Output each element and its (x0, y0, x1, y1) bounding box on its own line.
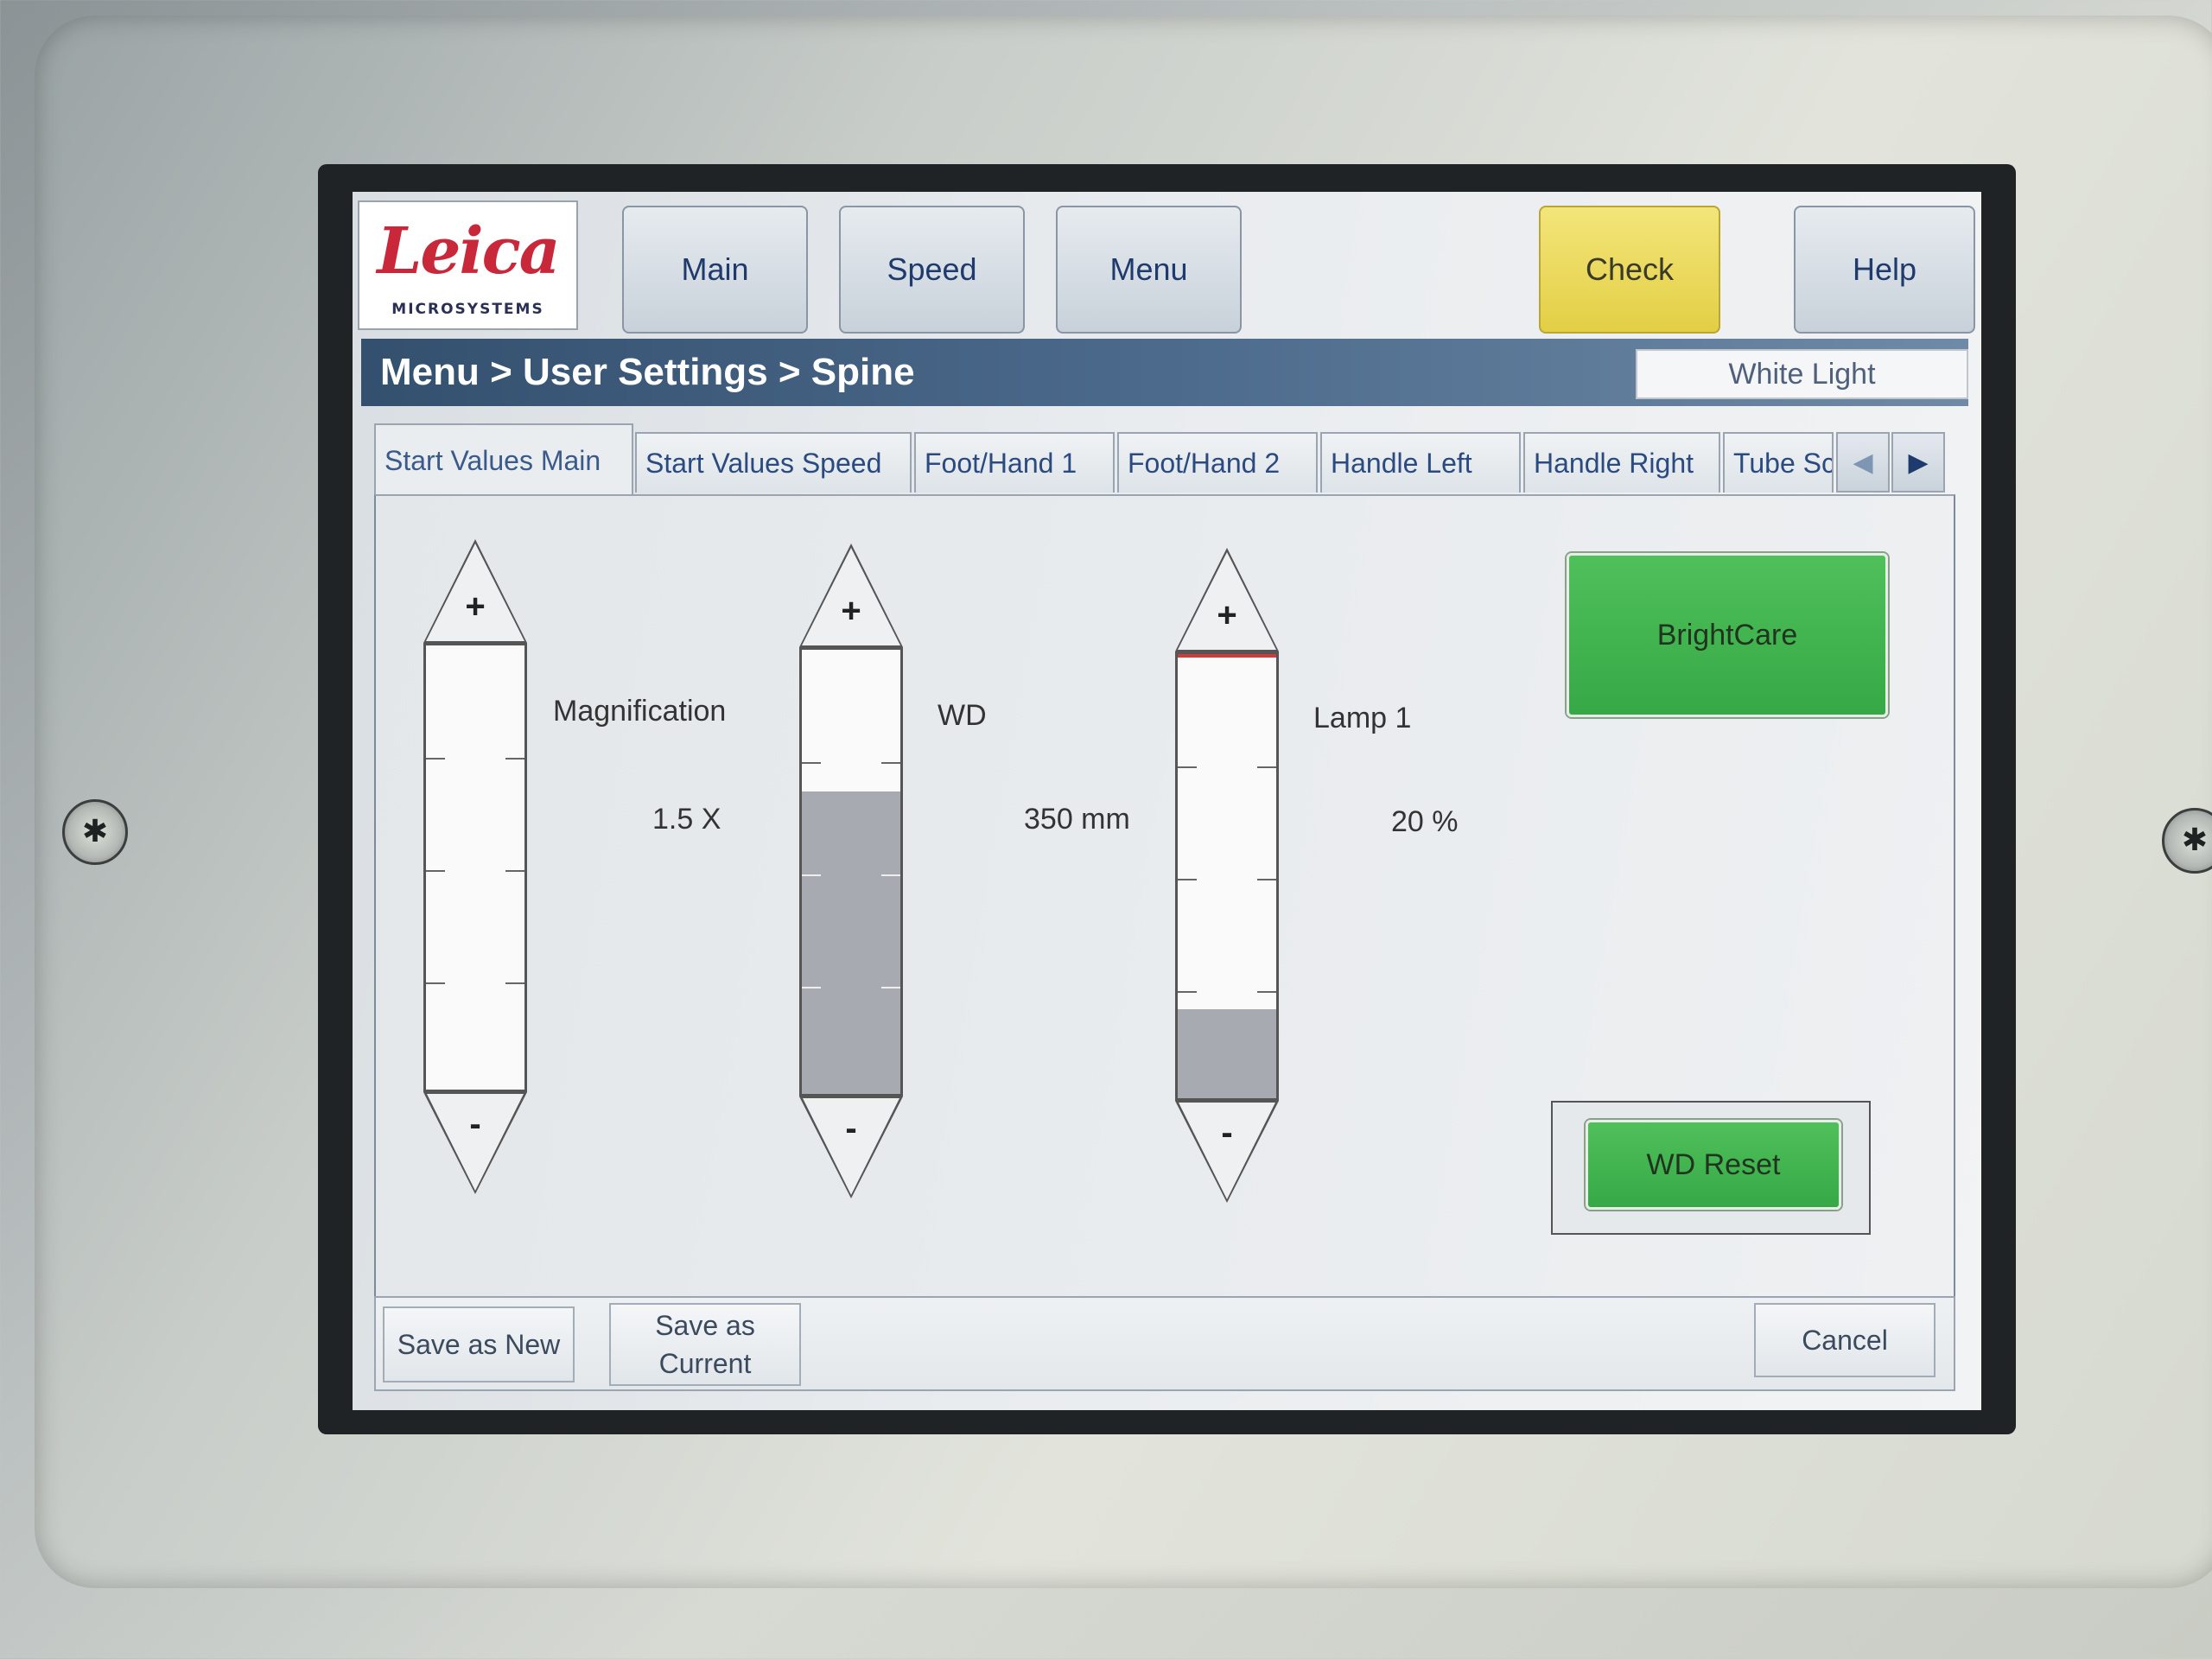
triangle-left-icon: ◀ (1853, 448, 1873, 477)
save-as-current-button[interactable]: Save as Current (609, 1303, 801, 1386)
brightcare-button[interactable]: BrightCare (1567, 553, 1888, 717)
wd-value: 350 mm (1024, 803, 1130, 836)
minus-icon: - (1221, 1114, 1233, 1152)
tab-tube-sc[interactable]: Tube Sc (1723, 432, 1834, 493)
minus-icon: - (469, 1105, 481, 1143)
magnification-track[interactable] (423, 643, 527, 1092)
breadcrumb-bar: Menu > User Settings > Spine White Light (361, 339, 1968, 406)
logo-subtitle: MICROSYSTEMS (391, 301, 544, 318)
check-button[interactable]: Check (1539, 206, 1720, 334)
help-button[interactable]: Help (1794, 206, 1975, 334)
tab-foot-hand-1[interactable]: Foot/Hand 1 (914, 432, 1115, 493)
plus-icon: + (1217, 596, 1237, 634)
start-values-panel: + - Magnification 1.5 X + - WD 350 mm + … (374, 494, 1955, 1298)
logo-word: Leica (377, 214, 560, 289)
tab-scroll-left-button[interactable]: ◀ (1836, 432, 1890, 493)
magnification-value: 1.5 X (652, 803, 721, 836)
plus-icon: + (841, 592, 861, 630)
lamp1-label: Lamp 1 (1313, 702, 1412, 734)
wd-label: WD (938, 699, 987, 732)
cancel-button[interactable]: Cancel (1754, 1303, 1936, 1377)
footer-bar: Save as New Save as Current Cancel (374, 1296, 1955, 1391)
tab-handle-right[interactable]: Handle Right (1523, 432, 1720, 493)
lamp1-value: 20 % (1391, 805, 1459, 838)
save-as-current-line1: Save as (655, 1310, 755, 1341)
tab-start-values-main[interactable]: Start Values Main (374, 423, 633, 496)
lamp1-max-marker (1178, 654, 1276, 658)
magnification-slider[interactable]: + - (415, 539, 536, 1196)
menu-button[interactable]: Menu (1056, 206, 1242, 334)
tab-foot-hand-2[interactable]: Foot/Hand 2 (1117, 432, 1318, 493)
speed-button[interactable]: Speed (839, 206, 1025, 334)
tab-handle-left[interactable]: Handle Left (1320, 432, 1521, 493)
tab-start-values-speed[interactable]: Start Values Speed (635, 432, 912, 493)
save-as-current-line2: Current (658, 1348, 752, 1379)
tab-scroll-right-button[interactable]: ▶ (1891, 432, 1945, 493)
leica-logo: Leica MICROSYSTEMS (358, 200, 578, 330)
lamp1-track[interactable] (1175, 652, 1279, 1101)
wd-track[interactable] (799, 647, 903, 1096)
breadcrumb: Menu > User Settings > Spine (380, 351, 915, 393)
lamp1-fill (1178, 1009, 1276, 1098)
screw-left (62, 799, 128, 865)
lamp1-slider[interactable]: + - (1175, 548, 1296, 1205)
illumination-mode-indicator: White Light (1636, 349, 1968, 399)
save-as-new-button[interactable]: Save as New (383, 1306, 575, 1382)
settings-tabs: Start Values Main Start Values Speed Foo… (374, 423, 1955, 496)
wd-reset-button[interactable]: WD Reset (1586, 1120, 1841, 1210)
main-button[interactable]: Main (622, 206, 808, 334)
plus-icon: + (465, 588, 486, 626)
wd-fill (802, 791, 900, 1094)
triangle-right-icon: ▶ (1908, 448, 1929, 477)
wd-slider[interactable]: + - (799, 543, 920, 1200)
minus-icon: - (845, 1109, 857, 1147)
touch-screen: Leica MICROSYSTEMS Main Speed Menu Check… (353, 192, 1981, 1410)
magnification-label: Magnification (553, 695, 727, 728)
